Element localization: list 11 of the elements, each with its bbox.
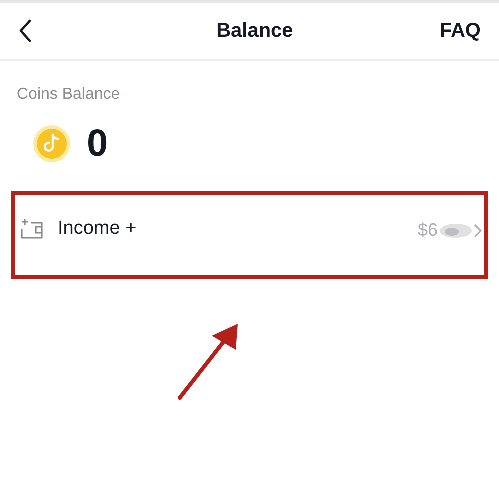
income-label: Income + — [58, 217, 137, 241]
income-amount: $6 — [418, 219, 438, 242]
page-title: Balance — [216, 19, 294, 44]
income-row[interactable]: Income + $6 — [11, 191, 488, 279]
faq-link[interactable]: FAQ — [440, 16, 481, 46]
coins-balance-label: Coins Balance — [17, 85, 122, 105]
back-icon — [18, 19, 32, 43]
coin-icon — [33, 125, 71, 163]
wallet-icon — [20, 218, 44, 240]
coins-amount: 0 — [87, 125, 108, 163]
chevron-right-icon — [474, 224, 482, 238]
